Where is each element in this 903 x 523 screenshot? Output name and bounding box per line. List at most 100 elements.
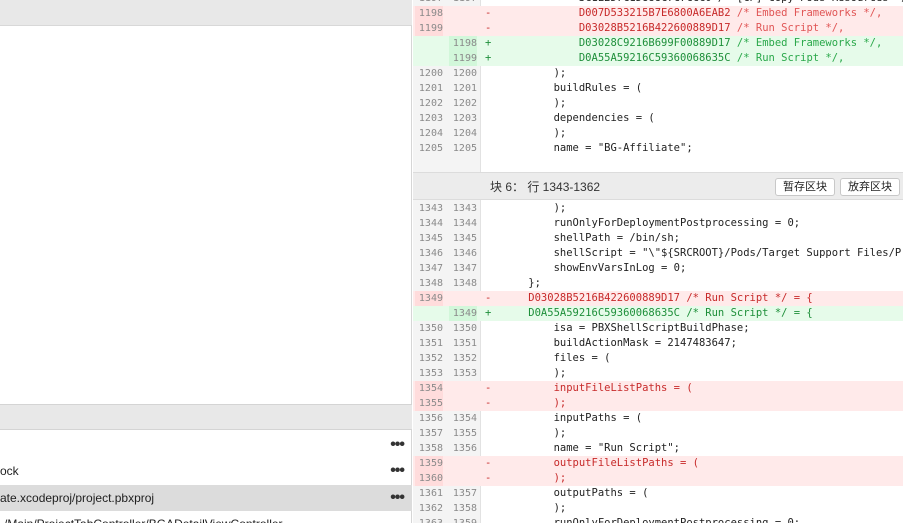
code-text: name = "BG-Affiliate"; [503, 141, 693, 156]
code-text: outputFileListPaths = ( [503, 456, 699, 471]
code-text: D03028C9216B699F00889D17 /* Embed Framew… [503, 36, 882, 51]
code-text: D007D533215B7E6800A6EAB2 /* Embed Framew… [503, 6, 882, 21]
diff-line-removed: 1349 - D03028B5216B422600889D17 /* Run Sc… [413, 291, 903, 306]
code-text: inputPaths = ( [503, 411, 643, 426]
new-line-number: 1354 [452, 413, 477, 424]
new-line-number: 1343 [452, 203, 477, 214]
code-content: D03028B5216B422600889D17 [503, 22, 737, 34]
old-line-number: 1345 [418, 233, 443, 244]
diff-line-removed: 1359 - outputFileListPaths = ( [413, 456, 903, 471]
code-text: buildRules = ( [503, 81, 643, 96]
code-text: ); [503, 126, 567, 141]
more-options-icon[interactable]: ••• [390, 432, 405, 458]
old-line-number: 1351 [418, 338, 443, 349]
file-row[interactable]: ock ••• [0, 458, 412, 484]
code-content: ); [503, 202, 567, 214]
old-line-number: 1356 [418, 413, 443, 424]
code-content: }; [503, 277, 541, 289]
new-line-number: 1346 [452, 248, 477, 259]
diff-line-context: 1203 1203 dependencies = ( [413, 111, 903, 126]
minus-icon: - [485, 382, 492, 394]
diff-line-context: 1202 1202 ); [413, 96, 903, 111]
code-text: shellPath = /bin/sh; [503, 231, 680, 246]
old-line-number: 1198 [415, 6, 443, 21]
code-text: ); [503, 201, 567, 216]
minus-icon: - [485, 472, 492, 484]
old-line-number: 1343 [418, 203, 443, 214]
old-line-number: 1354 [415, 381, 443, 396]
new-line-number: 1200 [452, 68, 477, 79]
code-text: showEnvVarsInLog = 0; [503, 261, 687, 276]
code-text: D03028B5216B422600889D17 /* Run Script *… [503, 291, 812, 306]
new-line-number: 1344 [452, 218, 477, 229]
code-content: D007D533215B7E6800A6EAB2 [503, 7, 737, 19]
new-line-number: 1357 [452, 488, 477, 499]
stage-hunk-button[interactable]: 暂存区块 [775, 178, 835, 196]
more-options-icon[interactable]: ••• [390, 485, 405, 511]
old-line-number: 1349 [415, 291, 443, 306]
code-text: files = ( [503, 351, 611, 366]
code-content: name = "BG-Affiliate"; [503, 142, 693, 154]
minus-icon: - [485, 292, 492, 304]
code-content: D03028C9216B699F00889D17 [503, 37, 737, 49]
code-content: outputPaths = ( [503, 487, 649, 499]
old-line-number: 1203 [418, 113, 443, 124]
minus-icon: - [485, 397, 492, 409]
new-line-number: 1201 [452, 83, 477, 94]
new-line-number: 1204 [452, 128, 477, 139]
old-line-number: 1205 [418, 143, 443, 154]
diff-line-removed: 1355 - ); [413, 396, 903, 411]
code-content: ); [503, 502, 567, 514]
file-row[interactable]: -/Main/ProjectTabController/BGADetailVie… [0, 511, 412, 523]
old-line-number: 1348 [418, 278, 443, 289]
code-content: files = ( [503, 352, 611, 364]
code-content: runOnlyForDeploymentPostprocessing = 0; [503, 217, 801, 229]
diff-line-removed: 1354 - inputFileListPaths = ( [413, 381, 903, 396]
code-content: ); [503, 97, 567, 109]
code-text: ); [503, 66, 567, 81]
code-comment: /* Run Script */, [736, 22, 845, 34]
code-comment: /* Embed Frameworks */, [736, 37, 883, 49]
code-comment: /* Embed Frameworks */, [736, 7, 883, 19]
old-line-number: 1361 [418, 488, 443, 499]
file-name: ock [0, 464, 19, 478]
discard-hunk-button[interactable]: 放弃区块 [840, 178, 900, 196]
code-text: ); [503, 501, 567, 516]
code-content: 3C1E2D7C1D888C7C7CCC0 /* [CP] Copy Pods … [503, 0, 903, 4]
left-toolbar [0, 0, 412, 26]
file-list-pane: ock ••• ate.xcodeproj/project.pbxproj ••• -/… [0, 0, 412, 523]
new-line-number: 1345 [452, 233, 477, 244]
code-content: D0A55A59216C59360068635C [503, 52, 737, 64]
code-content: outputFileListPaths = ( [503, 457, 699, 469]
code-content: ); [503, 127, 567, 139]
diff-line-context: 1350 1350 isa = PBXShellScriptBuildPhase; [413, 321, 903, 336]
file-row[interactable]: ••• [0, 432, 412, 458]
new-line-number: 1359 [449, 516, 477, 523]
old-line-number: 1346 [418, 248, 443, 259]
section-header [0, 404, 412, 430]
file-row[interactable]: ate.xcodeproj/project.pbxproj ••• [0, 485, 412, 511]
old-line-number: 1357 [418, 428, 443, 439]
diff-view: 11971197 3C1E2D7C1D888C7C7CCC0 /* [CP] C… [413, 0, 903, 523]
code-content: ); [503, 397, 567, 409]
new-line-number: 1352 [452, 353, 477, 364]
new-line-number: 1348 [452, 278, 477, 289]
more-options-icon[interactable]: ••• [390, 458, 405, 484]
new-line-number: 1203 [452, 113, 477, 124]
code-content: shellScript = "\"${SRCROOT}/Pods/Target … [503, 247, 902, 259]
diff-line-context: 1345 1345 shellPath = /bin/sh; [413, 231, 903, 246]
new-line-number: 1353 [452, 368, 477, 379]
code-text: isa = PBXShellScriptBuildPhase; [503, 321, 750, 336]
diff-line-context: 1344 1344 runOnlyForDeploymentPostprocess… [413, 216, 903, 231]
new-line-number: 1355 [452, 428, 477, 439]
old-line-number: 1362 [418, 503, 443, 514]
new-line-number: 1351 [452, 338, 477, 349]
diff-line-context: 1351 1351 buildActionMask = 2147483647; [413, 336, 903, 351]
old-line-number: 1200 [418, 68, 443, 79]
new-line-number: 1356 [452, 443, 477, 454]
new-line-number: 1350 [452, 323, 477, 334]
diff-line-context: 1353 1353 ); [413, 366, 903, 381]
code-text: dependencies = ( [503, 111, 655, 126]
code-content: ); [503, 67, 567, 79]
code-text: shellScript = "\"${SRCROOT}/Pods/Target … [503, 246, 902, 261]
